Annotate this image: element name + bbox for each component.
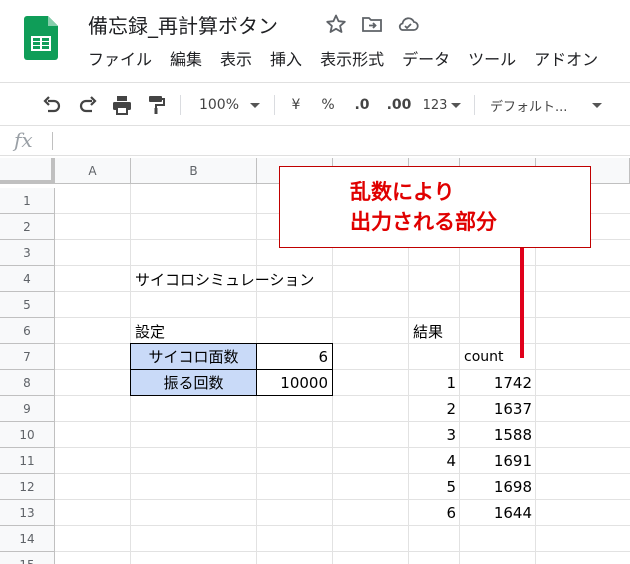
row-header-6[interactable]: 6 — [0, 318, 55, 344]
paint-format-icon[interactable] — [144, 93, 168, 117]
cell-e13-face[interactable]: 6 — [409, 500, 460, 526]
menu-data[interactable]: データ — [402, 46, 450, 70]
cell-c7-setting-value[interactable]: 6 — [256, 343, 333, 370]
number-format-button[interactable]: 123 — [420, 93, 450, 117]
menu-format[interactable]: 表示形式 — [320, 46, 384, 70]
move-to-folder-icon[interactable] — [360, 12, 384, 36]
row-header-1[interactable]: 1 — [0, 188, 55, 214]
menu-tools[interactable]: ツール — [468, 46, 516, 70]
row-header-3[interactable]: 3 — [0, 240, 55, 266]
document-title[interactable]: 備忘録_再計算ボタン — [88, 10, 278, 39]
cell-c8-setting-value[interactable]: 10000 — [256, 369, 333, 396]
annotation-callout[interactable]: 乱数により 出力される部分 — [279, 166, 591, 248]
menu-insert[interactable]: 挿入 — [270, 46, 302, 70]
undo-icon[interactable] — [40, 93, 64, 117]
column-header-a[interactable]: A — [55, 158, 131, 184]
cell-e6-results-label[interactable]: 結果 — [409, 318, 460, 344]
number-format-dropdown-icon[interactable] — [450, 93, 462, 117]
cell-e11-face[interactable]: 4 — [409, 448, 460, 474]
cell-e8-face[interactable]: 1 — [409, 370, 460, 396]
menu-addons[interactable]: アドオン — [534, 46, 598, 70]
row-header-14[interactable]: 14 — [0, 526, 55, 552]
row-header-10[interactable]: 10 — [0, 422, 55, 448]
toolbar: 100% ¥ % .0 .00 123 デフォルト... — [0, 82, 630, 126]
formula-bar: fx — [0, 126, 630, 156]
row-header-11[interactable]: 11 — [0, 448, 55, 474]
redo-icon[interactable] — [76, 93, 100, 117]
decimal-increase-button[interactable]: .00 — [384, 93, 414, 117]
row-header-12[interactable]: 12 — [0, 474, 55, 500]
fx-label: fx — [14, 128, 33, 152]
cell-b8-setting-label[interactable]: 振る回数 — [130, 369, 257, 396]
cell-b6-settings-label[interactable]: 設定 — [131, 318, 257, 344]
percent-button[interactable]: % — [318, 93, 338, 117]
cell-b4-heading[interactable]: サイコロシミュレーション — [131, 266, 391, 292]
menu-view[interactable]: 表示 — [220, 46, 252, 70]
row-header-8[interactable]: 8 — [0, 370, 55, 396]
row-header-7[interactable]: 7 — [0, 344, 55, 370]
column-header-b[interactable]: B — [131, 158, 257, 184]
callout-text: 乱数により 出力される部分 — [350, 177, 497, 237]
callout-connector-line — [520, 248, 524, 358]
menu-file[interactable]: ファイル — [88, 46, 152, 70]
font-select[interactable]: デフォルト... — [490, 93, 582, 117]
row-header-4[interactable]: 4 — [0, 266, 55, 292]
select-all-corner[interactable] — [0, 158, 55, 184]
cell-e10-face[interactable]: 3 — [409, 422, 460, 448]
formula-input[interactable] — [60, 130, 620, 152]
row-header-9[interactable]: 9 — [0, 396, 55, 422]
cell-f11-count[interactable]: 1691 — [460, 448, 536, 474]
zoom-dropdown-icon[interactable] — [248, 93, 262, 117]
cell-f10-count[interactable]: 1588 — [460, 422, 536, 448]
row-header-2[interactable]: 2 — [0, 214, 55, 240]
cell-e12-face[interactable]: 5 — [409, 474, 460, 500]
menu-edit[interactable]: 編集 — [170, 46, 202, 70]
star-icon[interactable] — [324, 12, 348, 36]
cell-f13-count[interactable]: 1644 — [460, 500, 536, 526]
currency-button[interactable]: ¥ — [286, 93, 306, 117]
font-dropdown-icon[interactable] — [590, 93, 604, 117]
menu-bar: ファイル 編集 表示 挿入 表示形式 データ ツール アドオン — [88, 46, 616, 70]
row-header-13[interactable]: 13 — [0, 500, 55, 526]
cell-f9-count[interactable]: 1637 — [460, 396, 536, 422]
callout-line-1: 乱数により — [350, 180, 455, 204]
zoom-select[interactable]: 100% — [198, 93, 240, 117]
cell-e9-face[interactable]: 2 — [409, 396, 460, 422]
callout-line-2: 出力される部分 — [350, 210, 497, 234]
cell-b7-setting-label[interactable]: サイコロ面数 — [130, 343, 257, 370]
cloud-status-icon[interactable] — [396, 12, 420, 36]
sheets-logo-icon[interactable] — [24, 16, 58, 60]
print-icon[interactable] — [110, 93, 134, 117]
cell-f7-count-header[interactable]: count — [460, 344, 536, 370]
row-header-5[interactable]: 5 — [0, 292, 55, 318]
row-header-15[interactable]: 15 — [0, 552, 55, 564]
cell-f8-count[interactable]: 1742 — [460, 370, 536, 396]
cell-f12-count[interactable]: 1698 — [460, 474, 536, 500]
decimal-decrease-button[interactable]: .0 — [350, 93, 374, 117]
spreadsheet-window: 備忘録_再計算ボタン ファイル 編集 表示 挿入 表示形式 データ ツール アド… — [0, 0, 630, 564]
